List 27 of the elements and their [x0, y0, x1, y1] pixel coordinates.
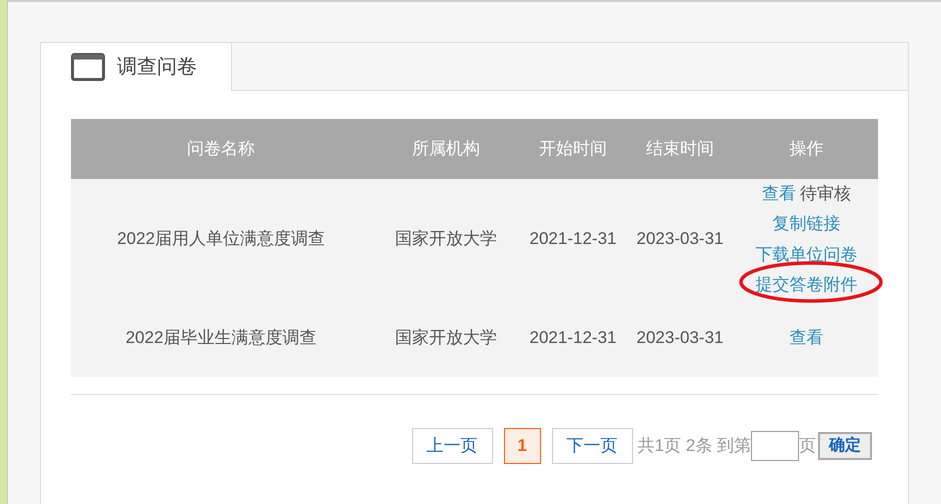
column-header: 操作	[735, 119, 878, 179]
table-cell: 2023-03-31	[625, 299, 735, 377]
survey-tab[interactable]: 调查问卷	[41, 43, 231, 91]
status-text: 待审核	[800, 184, 851, 202]
page-input[interactable]	[751, 431, 799, 461]
window-icon	[71, 53, 105, 81]
action-link[interactable]: 查看	[762, 184, 796, 202]
table-cell: 国家开放大学	[371, 299, 521, 377]
action-link[interactable]: 复制链接	[772, 214, 840, 233]
page-suffix: 页	[799, 435, 816, 458]
column-header: 问卷名称	[71, 119, 371, 179]
page-summary: 共1页 2条 到第	[638, 435, 751, 458]
table-cell: 2023-03-31	[625, 179, 735, 299]
action-link[interactable]: 下载单位问卷	[756, 244, 858, 264]
prev-page-button[interactable]: 上一页	[412, 428, 493, 464]
column-header: 开始时间	[521, 119, 625, 179]
column-header: 所属机构	[371, 119, 521, 179]
table-cell: 2022届用人单位满意度调查	[71, 179, 371, 299]
table-cell: 国家开放大学	[371, 179, 521, 299]
table-cell: 2022届毕业生满意度调查	[71, 299, 371, 377]
page-button[interactable]: 1	[504, 428, 541, 464]
column-header: 结束时间	[625, 119, 735, 179]
table-cell: 2021-12-31	[521, 179, 625, 299]
confirm-button[interactable]: 确定	[818, 432, 872, 460]
next-page-button[interactable]: 下一页	[552, 428, 633, 464]
action-link[interactable]: 查看	[790, 328, 824, 348]
table-cell: 2021-12-31	[521, 299, 625, 377]
